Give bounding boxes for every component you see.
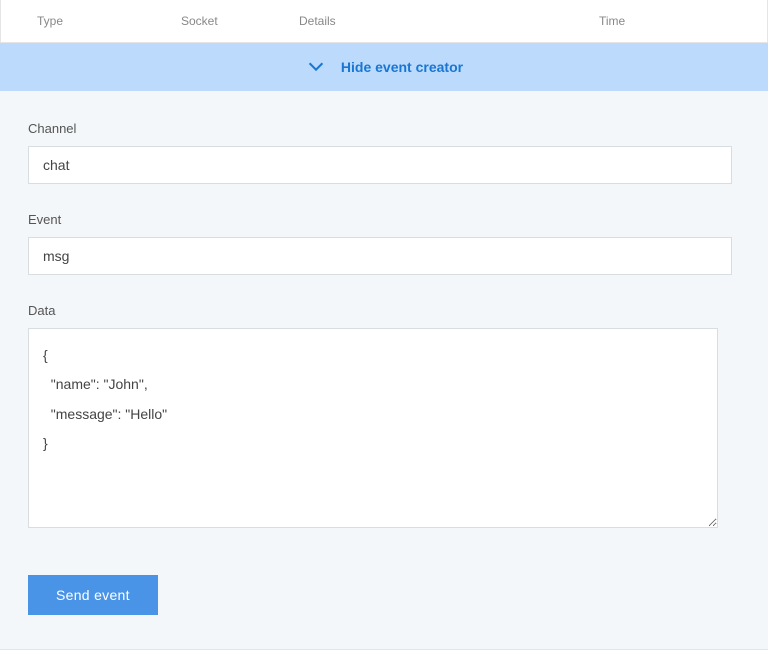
event-table-header: Type Socket Details Time bbox=[0, 0, 768, 43]
event-field: Event bbox=[28, 212, 740, 275]
data-field: Data bbox=[28, 303, 740, 531]
hide-event-creator-toggle[interactable]: Hide event creator bbox=[0, 43, 768, 91]
send-event-button[interactable]: Send event bbox=[28, 575, 158, 615]
channel-input[interactable] bbox=[28, 146, 732, 184]
column-header-time: Time bbox=[599, 14, 767, 28]
column-header-type: Type bbox=[1, 14, 181, 28]
channel-label: Channel bbox=[28, 121, 740, 136]
event-input[interactable] bbox=[28, 237, 732, 275]
hide-event-creator-label: Hide event creator bbox=[341, 59, 463, 75]
chevron-down-icon bbox=[305, 55, 327, 80]
data-label: Data bbox=[28, 303, 740, 318]
column-header-socket: Socket bbox=[181, 14, 299, 28]
data-textarea[interactable] bbox=[28, 328, 718, 528]
channel-field: Channel bbox=[28, 121, 740, 184]
column-header-details: Details bbox=[299, 14, 599, 28]
event-label: Event bbox=[28, 212, 740, 227]
event-creator-form: Channel Event Data Send event bbox=[0, 91, 768, 650]
